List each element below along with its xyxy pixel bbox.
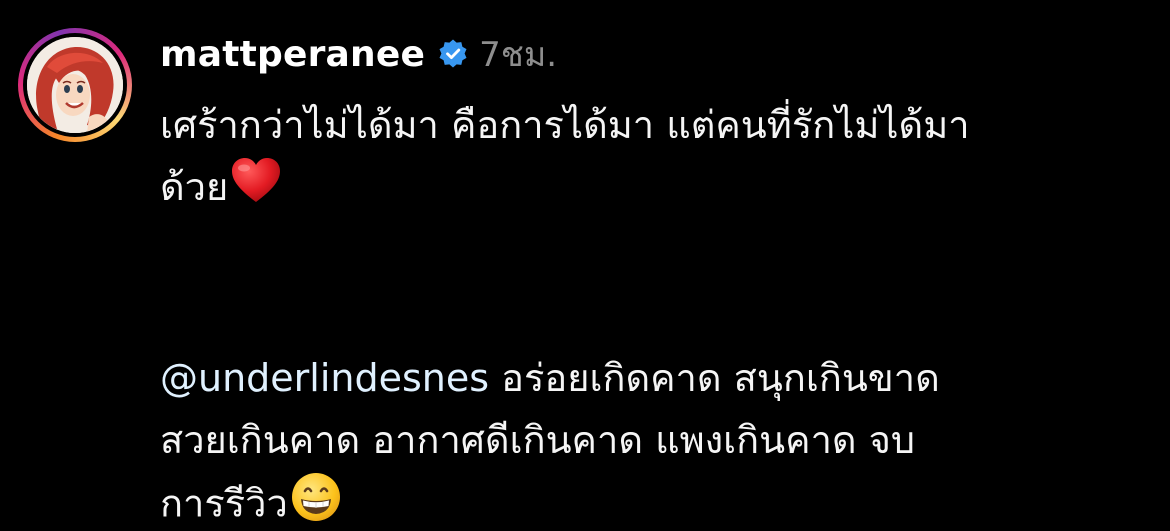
caption-line: เศร้ากว่าไม่ได้มา คือการได้มา แต่คนที่รั…: [160, 103, 970, 147]
grinning-face-emoji-icon: [290, 471, 342, 531]
avatar-border: [23, 33, 127, 137]
caption-line: ด้วย: [160, 156, 1140, 223]
avatar-image: [27, 37, 123, 133]
comment-content: mattperanee 7ชม. เศร้ากว่าไม่ได้มา คือกา…: [160, 24, 1140, 531]
timestamp: 7ชม.: [479, 35, 558, 75]
avatar[interactable]: [27, 37, 123, 133]
caption-line: สวยเกินคาด อากาศดีเกินคาด แพงเกินคาด จบ: [160, 417, 916, 462]
verified-badge-icon: [437, 38, 469, 70]
comment-header: mattperanee 7ชม.: [160, 24, 1140, 84]
caption-text: การรีวิว: [160, 481, 288, 525]
username-link[interactable]: mattperanee: [160, 34, 425, 75]
caption-line: @underlindesnes อร่อยเกิดคาด สนุกเกินขาด: [160, 347, 1140, 409]
mention-link[interactable]: @underlindesnes: [160, 356, 489, 400]
red-heart-emoji-icon: [230, 157, 282, 223]
comment-post: mattperanee 7ชม. เศร้ากว่าไม่ได้มา คือกา…: [0, 0, 1170, 531]
caption-line: การรีวิว: [160, 471, 1140, 531]
caption-text: ด้วย: [160, 165, 229, 209]
story-ring[interactable]: [18, 28, 132, 142]
caption-text: อร่อยเกิดคาด สนุกเกินขาด: [489, 355, 940, 400]
comment-caption: เศร้ากว่าไม่ได้มา คือการได้มา แต่คนที่รั…: [160, 94, 1140, 531]
